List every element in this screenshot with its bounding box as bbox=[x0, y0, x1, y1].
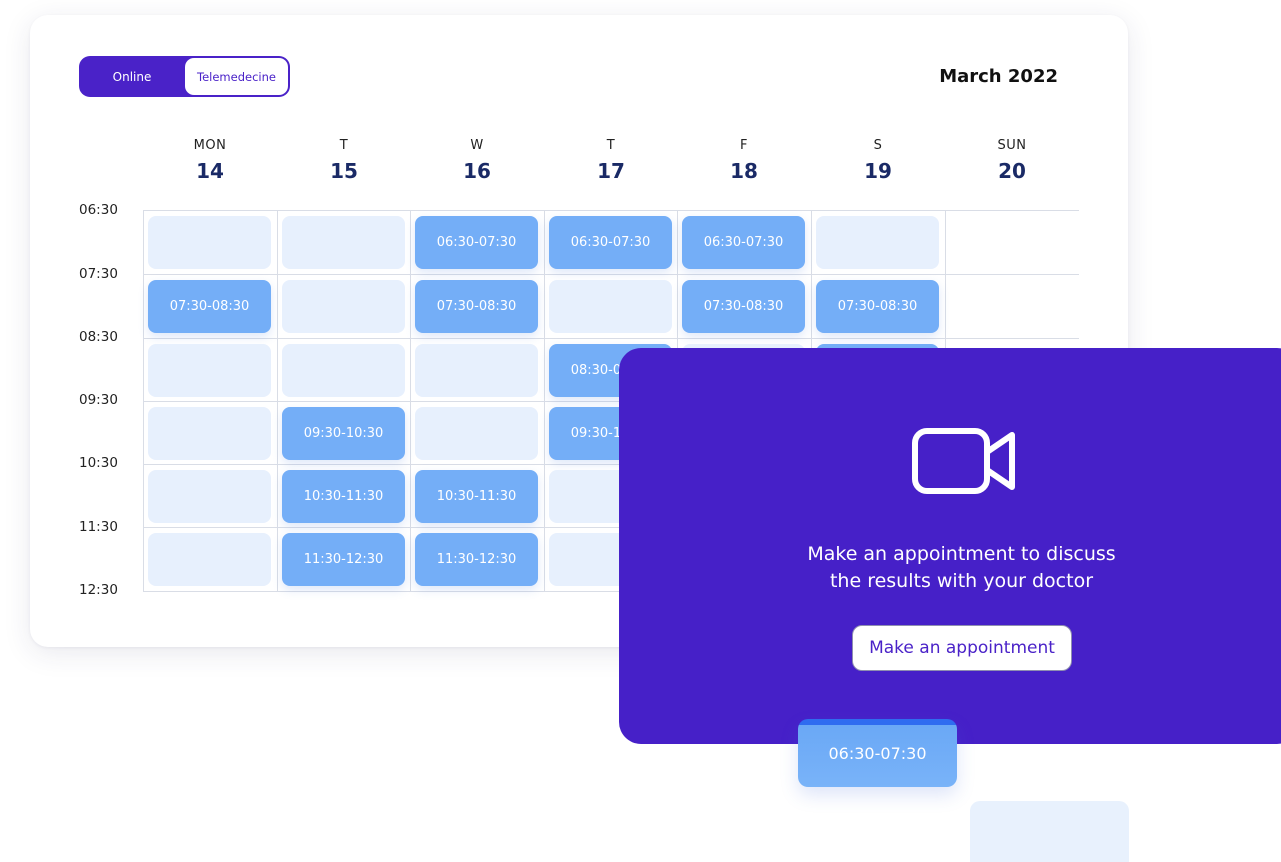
time-label: 10:30 bbox=[79, 455, 118, 471]
day-date: 17 bbox=[597, 159, 625, 183]
day-date: 19 bbox=[864, 159, 892, 183]
empty-time-slot[interactable] bbox=[148, 470, 271, 523]
video-camera-icon bbox=[912, 428, 1015, 494]
promo-text-line-1: Make an appointment to discuss bbox=[807, 543, 1116, 565]
day-date: 16 bbox=[463, 159, 491, 183]
empty-time-slot[interactable] bbox=[148, 216, 271, 269]
make-appointment-button[interactable]: Make an appointment bbox=[852, 625, 1072, 671]
day-header: W 16 bbox=[410, 138, 544, 183]
empty-time-slot[interactable] bbox=[282, 216, 405, 269]
day-header: S 19 bbox=[811, 138, 945, 183]
day-name: W bbox=[470, 138, 484, 153]
time-slot[interactable]: 11:30-12:30 bbox=[415, 533, 538, 586]
day-name: T bbox=[339, 138, 349, 153]
day-date: 15 bbox=[330, 159, 358, 183]
time-slot[interactable]: 06:30-07:30 bbox=[682, 216, 805, 269]
time-slot[interactable]: 07:30-08:30 bbox=[148, 280, 271, 333]
time-slot[interactable]: 07:30-08:30 bbox=[816, 280, 939, 333]
mode-toggle: Online Telemedecine bbox=[79, 56, 290, 97]
time-slot[interactable]: 10:30-11:30 bbox=[415, 470, 538, 523]
day-name: F bbox=[740, 138, 748, 153]
day-header: F 18 bbox=[677, 138, 811, 183]
time-label: 07:30 bbox=[79, 266, 118, 282]
day-name: T bbox=[606, 138, 616, 153]
day-header: T 17 bbox=[544, 138, 678, 183]
day-name: S bbox=[873, 138, 883, 153]
empty-time-slot[interactable] bbox=[415, 344, 538, 397]
time-slot[interactable]: 07:30-08:30 bbox=[415, 280, 538, 333]
time-label: 11:30 bbox=[79, 519, 118, 535]
promo-text-line-2: the results with your doctor bbox=[829, 570, 1094, 592]
floating-time-slot[interactable]: 06:30-07:30 bbox=[798, 719, 957, 787]
day-header: MON 14 bbox=[143, 138, 277, 183]
day-date: 20 bbox=[998, 159, 1026, 183]
empty-time-slot[interactable] bbox=[415, 407, 538, 460]
toggle-online-option[interactable]: Online bbox=[79, 56, 185, 97]
day-header: SUN 20 bbox=[945, 138, 1079, 183]
floating-empty-slot bbox=[970, 801, 1129, 862]
time-slot[interactable]: 07:30-08:30 bbox=[682, 280, 805, 333]
time-slot[interactable]: 11:30-12:30 bbox=[282, 533, 405, 586]
time-slot[interactable]: 06:30-07:30 bbox=[549, 216, 672, 269]
time-label: 08:30 bbox=[79, 329, 118, 345]
day-name: MON bbox=[193, 138, 227, 153]
month-title: March 2022 bbox=[939, 66, 1058, 87]
day-date: 18 bbox=[730, 159, 758, 183]
toggle-telemedicine-option[interactable]: Telemedecine bbox=[185, 58, 288, 95]
empty-time-slot[interactable] bbox=[282, 280, 405, 333]
empty-time-slot[interactable] bbox=[282, 344, 405, 397]
empty-time-slot[interactable] bbox=[549, 280, 672, 333]
time-label: 09:30 bbox=[79, 392, 118, 408]
empty-time-slot[interactable] bbox=[148, 407, 271, 460]
empty-time-slot[interactable] bbox=[816, 216, 939, 269]
empty-time-slot[interactable] bbox=[148, 344, 271, 397]
day-header: T 15 bbox=[277, 138, 411, 183]
grid-row-line bbox=[143, 210, 1079, 211]
time-label: 06:30 bbox=[79, 202, 118, 218]
grid-row-line bbox=[143, 338, 1079, 339]
day-date: 14 bbox=[196, 159, 224, 183]
time-label: 12:30 bbox=[79, 582, 118, 598]
grid-row-line bbox=[143, 274, 1079, 275]
day-name: SUN bbox=[997, 138, 1027, 153]
empty-time-slot[interactable] bbox=[148, 533, 271, 586]
time-slot[interactable]: 10:30-11:30 bbox=[282, 470, 405, 523]
time-slot[interactable]: 06:30-07:30 bbox=[415, 216, 538, 269]
time-slot[interactable]: 09:30-10:30 bbox=[282, 407, 405, 460]
